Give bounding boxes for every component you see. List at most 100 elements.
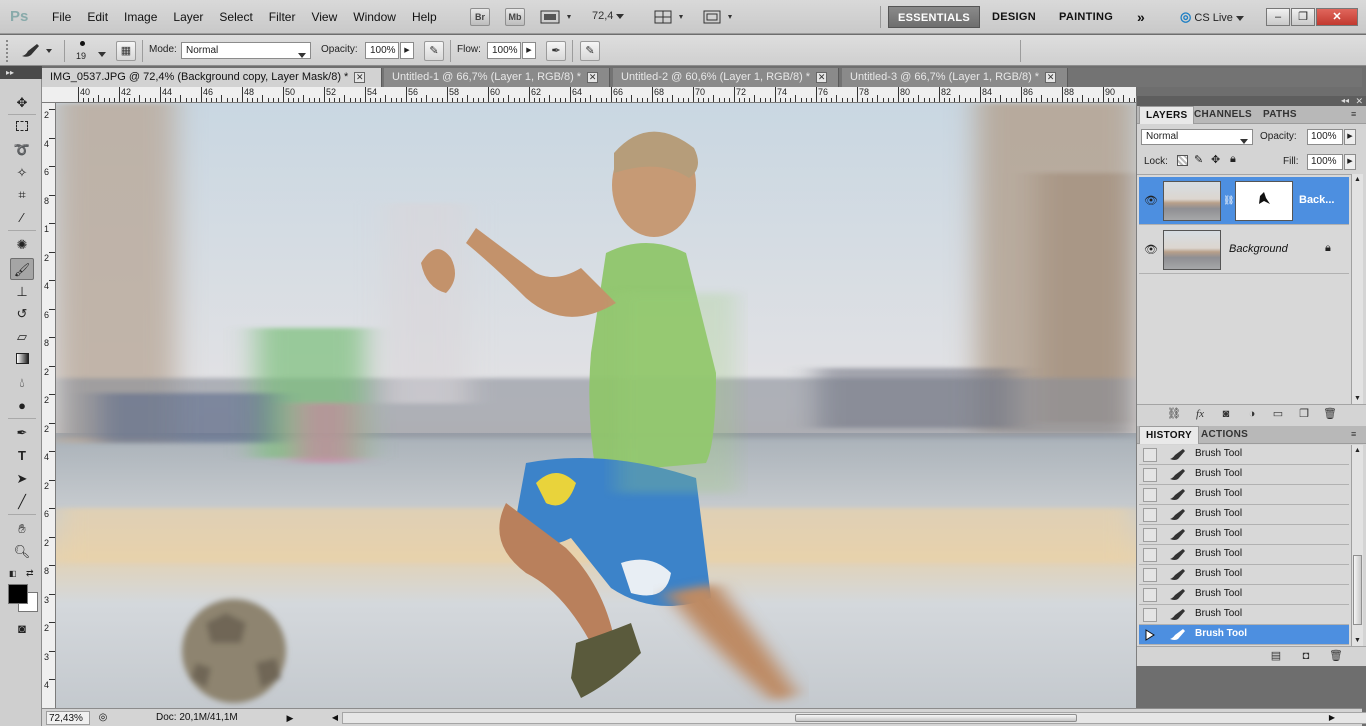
layer-mask-thumbnail[interactable] bbox=[1235, 181, 1293, 221]
default-colors-button[interactable]: ◧ bbox=[9, 569, 17, 578]
scroll-right-button[interactable]: ▶ bbox=[1327, 711, 1337, 725]
menu-view[interactable]: View bbox=[303, 0, 345, 34]
lock-transparent-icon[interactable] bbox=[1177, 155, 1188, 166]
eye-icon[interactable]: 👁︎ bbox=[1143, 244, 1159, 256]
quick-selection-tool[interactable]: ✧ bbox=[10, 162, 34, 184]
eyedropper-tool[interactable]: ⁄ bbox=[10, 207, 34, 229]
history-snapshot-checkbox[interactable] bbox=[1143, 608, 1157, 622]
history-snapshot-checkbox[interactable] bbox=[1143, 468, 1157, 482]
caret-down-icon[interactable]: ▼ bbox=[1352, 637, 1363, 644]
layers-scrollbar[interactable]: ▲ ▼ bbox=[1351, 174, 1363, 404]
history-row[interactable]: Brush Tool bbox=[1139, 505, 1349, 525]
spot-healing-tool[interactable]: ✺ bbox=[10, 234, 34, 256]
mode-select[interactable]: Normal bbox=[181, 42, 311, 59]
layer-opacity-slider[interactable]: ▶ bbox=[1344, 129, 1356, 145]
shape-tool[interactable]: ╱ bbox=[10, 491, 34, 513]
trash-icon[interactable]: 🗑︎ bbox=[1329, 650, 1343, 663]
history-row[interactable]: Brush Tool bbox=[1139, 605, 1349, 625]
blend-mode-select[interactable]: Normal bbox=[1141, 129, 1253, 145]
history-state-pointer-icon[interactable] bbox=[1143, 628, 1157, 642]
lasso-tool[interactable]: ➰ bbox=[10, 139, 34, 161]
history-row[interactable]: Brush Tool bbox=[1139, 525, 1349, 545]
flow-input[interactable]: 100% bbox=[487, 42, 521, 59]
flow-slider-button[interactable]: ▶ bbox=[522, 42, 536, 59]
swap-colors-button[interactable]: ⇄ bbox=[26, 568, 34, 579]
history-snapshot-checkbox[interactable] bbox=[1143, 568, 1157, 582]
gradient-tool[interactable] bbox=[10, 349, 34, 371]
history-row[interactable]: Brush Tool bbox=[1139, 485, 1349, 505]
brush-tool[interactable]: 🖌︎ bbox=[10, 258, 34, 280]
panel-menu-icon[interactable]: ≡ bbox=[1351, 430, 1363, 439]
crop-tool[interactable]: ⌗ bbox=[10, 184, 34, 206]
menu-file[interactable]: File bbox=[44, 0, 79, 34]
horizontal-scrollbar[interactable] bbox=[342, 712, 1366, 724]
move-tool[interactable]: ✥ bbox=[10, 92, 34, 114]
history-snapshot-checkbox[interactable] bbox=[1143, 588, 1157, 602]
fill-slider[interactable]: ▶ bbox=[1344, 154, 1356, 170]
document-canvas[interactable] bbox=[56, 103, 1136, 708]
lock-position-icon[interactable]: ✥ bbox=[1211, 153, 1220, 166]
workspace-painting[interactable]: PAINTING bbox=[1050, 6, 1122, 28]
zoom-level-field[interactable]: 72,4 bbox=[592, 10, 625, 22]
layer-row-background[interactable]: 👁︎ Background 🔒︎ bbox=[1139, 226, 1349, 274]
close-icon[interactable]: ✕ bbox=[1355, 96, 1363, 106]
status-zoom-field[interactable]: 72,43% bbox=[46, 711, 90, 725]
path-selection-tool[interactable]: ➤ bbox=[10, 468, 34, 490]
layer-row-background-copy[interactable]: 👁︎ ⛓︎ Back... bbox=[1139, 177, 1349, 225]
pen-tool[interactable]: ✒ bbox=[10, 422, 34, 444]
panel-menu-icon[interactable]: ≡ bbox=[1351, 110, 1363, 119]
history-snapshot-checkbox[interactable] bbox=[1143, 548, 1157, 562]
airbrush-toggle[interactable]: ✒ bbox=[546, 41, 566, 61]
history-row[interactable]: Brush Tool bbox=[1139, 465, 1349, 485]
history-snapshot-checkbox[interactable] bbox=[1143, 508, 1157, 522]
history-row[interactable]: Brush Tool bbox=[1139, 445, 1349, 465]
menu-help[interactable]: Help bbox=[404, 0, 445, 34]
lock-pixels-icon[interactable]: ✎ bbox=[1194, 153, 1203, 166]
fill-input[interactable]: 100% bbox=[1307, 154, 1343, 170]
lock-all-icon[interactable]: 🔒︎ bbox=[1230, 153, 1236, 166]
caret-down-icon[interactable]: ▼ bbox=[1352, 395, 1363, 402]
foreground-color-swatch[interactable] bbox=[8, 584, 28, 604]
new-document-from-state-icon[interactable]: ▤ bbox=[1269, 650, 1283, 663]
opacity-slider-button[interactable]: ▶ bbox=[400, 42, 414, 59]
close-icon[interactable]: ✕ bbox=[816, 71, 828, 83]
hand-tool[interactable]: ✋︎ bbox=[10, 518, 34, 540]
tool-preset-picker[interactable] bbox=[18, 42, 58, 60]
history-snapshot-checkbox[interactable] bbox=[1143, 448, 1157, 462]
close-icon[interactable]: ✕ bbox=[1045, 71, 1057, 83]
close-window-button[interactable]: ✕ bbox=[1316, 8, 1358, 26]
adjustment-layer-icon[interactable]: ◑ bbox=[1245, 408, 1259, 421]
minimize-button[interactable]: – bbox=[1266, 8, 1290, 26]
add-mask-icon[interactable]: ◙ bbox=[1219, 408, 1233, 421]
marquee-tool[interactable] bbox=[10, 116, 34, 138]
type-tool[interactable]: T bbox=[10, 445, 34, 467]
chain-link-icon[interactable]: ⛓︎ bbox=[1223, 195, 1234, 206]
screen-mode-button[interactable] bbox=[703, 9, 739, 25]
more-workspaces-button[interactable]: » bbox=[1128, 6, 1154, 28]
tools-panel-header[interactable]: ▸▸ bbox=[0, 66, 42, 79]
workspace-design[interactable]: DESIGN bbox=[983, 6, 1045, 28]
menu-layer[interactable]: Layer bbox=[165, 0, 211, 34]
menu-select[interactable]: Select bbox=[211, 0, 260, 34]
history-brush-tool[interactable]: ↺ bbox=[10, 303, 34, 325]
history-row[interactable]: Brush Tool bbox=[1139, 585, 1349, 605]
close-icon[interactable]: ✕ bbox=[354, 71, 366, 83]
menu-edit[interactable]: Edit bbox=[79, 0, 116, 34]
tab-history[interactable]: HISTORY bbox=[1139, 426, 1199, 444]
tab-untitled-2[interactable]: Untitled-2 @ 60,6% (Layer 1, RGB/8) * ✕ bbox=[613, 68, 839, 87]
history-snapshot-checkbox[interactable] bbox=[1143, 528, 1157, 542]
history-snapshot-checkbox[interactable] bbox=[1143, 488, 1157, 502]
eye-icon[interactable]: 👁︎ bbox=[1143, 195, 1159, 207]
menu-image[interactable]: Image bbox=[116, 0, 165, 34]
tab-untitled-3[interactable]: Untitled-3 @ 66,7% (Layer 1, RGB/8) * ✕ bbox=[842, 68, 1068, 87]
quick-mask-button[interactable]: ◙ bbox=[10, 618, 34, 640]
history-row[interactable]: Brush Tool bbox=[1139, 625, 1349, 645]
view-extras-button[interactable] bbox=[540, 9, 576, 25]
link-layers-icon[interactable]: ⛓︎ bbox=[1167, 408, 1181, 421]
size-pressure-toggle[interactable]: ✎ bbox=[580, 41, 600, 61]
history-row[interactable]: Brush Tool bbox=[1139, 545, 1349, 565]
zoom-tool[interactable]: 🔍︎ bbox=[10, 541, 34, 563]
collapse-icon[interactable]: ◂◂ bbox=[1341, 96, 1349, 106]
history-scrollbar[interactable]: ▲ ▼ bbox=[1351, 445, 1363, 646]
new-group-icon[interactable]: ▭ bbox=[1271, 408, 1285, 421]
